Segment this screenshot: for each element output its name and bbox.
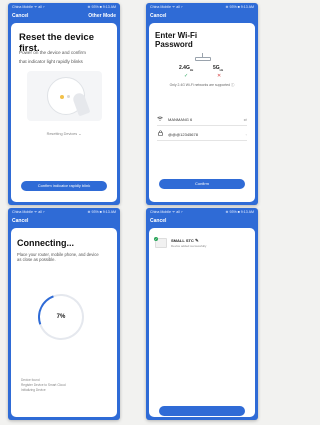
instruction-line-1: Power on the device and confirm bbox=[19, 50, 86, 55]
page-title: Enter Wi-Fi Password bbox=[155, 31, 197, 49]
band-note: Only 2.4G Wi-Fi networks are supported ⓘ bbox=[169, 83, 235, 87]
status-carrier: China Mobile ᯤ all ⌐ bbox=[12, 209, 45, 214]
phone-screen-reset: China Mobile ᯤ all ⌐ ⊕ 93% ■ 9:13 AM Can… bbox=[8, 3, 120, 205]
connecting-card: Connecting... Place your router, mobile … bbox=[11, 228, 117, 417]
wifi-name: MANMANG 6 bbox=[168, 116, 193, 122]
page-title: Connecting... bbox=[17, 238, 74, 248]
confirm-button[interactable]: Confirm bbox=[159, 179, 245, 189]
wifi-network-field[interactable]: MANMANG 6 ⇄ bbox=[157, 113, 247, 125]
phone-screen-connecting: China Mobile ᯤ all ⌐ ⊕ 93% ■ 9:13 AM Can… bbox=[8, 208, 120, 420]
status-battery: ⊕ 93% ■ 9:13 AM bbox=[225, 210, 254, 214]
step-list: Device found Register Device to Smart Cl… bbox=[21, 378, 66, 393]
eye-icon[interactable]: ◦ bbox=[246, 132, 247, 137]
other-mode-button[interactable]: Other Mode bbox=[88, 13, 116, 19]
status-bar: China Mobile ᯤ all ⌐ ⊕ 93% ■ 9:13 AM bbox=[146, 3, 258, 11]
edit-icon[interactable]: ✎ bbox=[195, 238, 199, 243]
progress-percent: 7% bbox=[56, 314, 66, 320]
cancel-button[interactable]: Cancel bbox=[150, 13, 166, 19]
step-item: Initializing Device bbox=[21, 388, 46, 392]
added-device-row[interactable]: ✓ SMALL STC ✎ Device added successfully bbox=[154, 235, 249, 251]
nav-bar: Cancel bbox=[146, 216, 258, 226]
password-value: @@@12345678 bbox=[168, 131, 198, 137]
switch-network-icon[interactable]: ⇄ bbox=[244, 117, 247, 122]
phone-screen-wifi: China Mobile ᯤ all ⌐ ⊕ 93% ■ 9:13 AM Can… bbox=[146, 3, 258, 205]
done-button[interactable] bbox=[159, 406, 245, 416]
band-24ghz: 2.4GHz bbox=[179, 65, 194, 72]
device-thumbnail: ✓ bbox=[154, 237, 167, 248]
indicator-light-icon bbox=[60, 95, 64, 99]
resetting-devices-link[interactable]: Resetting Devices ⌄ bbox=[11, 131, 117, 136]
wifi-card: Enter Wi-Fi Password 2.4GHz 5GHz ✓ ✕ Onl… bbox=[149, 23, 255, 202]
phone-screen-success: China Mobile ᯤ all ⌐ ⊕ 93% ■ 9:13 AM Can… bbox=[146, 208, 258, 420]
confirm-blink-button[interactable]: Confirm indicator rapidly blink bbox=[21, 181, 107, 191]
cross-icon: ✕ bbox=[217, 73, 222, 79]
title-line-1: Enter Wi-Fi bbox=[155, 31, 198, 40]
instruction-line-2: that indicator light rapidly blinks bbox=[19, 59, 83, 64]
nav-bar: Cancel Other Mode bbox=[8, 11, 120, 21]
band-5ghz: 5GHz bbox=[213, 65, 224, 72]
status-battery: ⊕ 93% ■ 9:13 AM bbox=[225, 5, 254, 9]
password-field[interactable]: @@@12345678 ◦ bbox=[157, 128, 247, 140]
device-info: SMALL STC ✎ Device added successfully bbox=[171, 238, 206, 248]
check-icon: ✓ bbox=[184, 73, 189, 79]
divider bbox=[157, 140, 247, 141]
wifi-icon bbox=[157, 116, 163, 123]
status-carrier: China Mobile ᯤ all ⌐ bbox=[12, 4, 45, 9]
status-bar: China Mobile ᯤ all ⌐ ⊕ 93% ■ 9:13 AM bbox=[8, 3, 120, 11]
reset-card: Reset the device first. Power on the dev… bbox=[11, 23, 117, 202]
nav-bar: Cancel bbox=[146, 11, 258, 21]
cancel-button[interactable]: Cancel bbox=[150, 218, 166, 224]
cancel-button[interactable]: Cancel bbox=[12, 13, 28, 19]
status-battery: ⊕ 93% ■ 9:13 AM bbox=[87, 5, 116, 9]
status-carrier: China Mobile ᯤ all ⌐ bbox=[150, 4, 183, 9]
check-icon: ✓ bbox=[154, 237, 158, 241]
lock-icon bbox=[157, 130, 163, 138]
status-carrier: China Mobile ᯤ all ⌐ bbox=[150, 209, 183, 214]
button-dot-icon bbox=[67, 95, 70, 98]
success-card: ✓ SMALL STC ✎ Device added successfully bbox=[149, 228, 255, 417]
title-line-2: Password bbox=[155, 40, 193, 49]
instruction-text: Place your router, mobile phone, and dev… bbox=[17, 252, 99, 262]
router-icon bbox=[195, 53, 211, 61]
device-status: Device added successfully bbox=[171, 244, 207, 248]
status-battery: ⊕ 93% ■ 9:13 AM bbox=[87, 210, 116, 214]
status-bar: China Mobile ᯤ all ⌐ ⊕ 93% ■ 9:13 AM bbox=[146, 208, 258, 216]
nav-bar: Cancel bbox=[8, 216, 120, 226]
status-bar: China Mobile ᯤ all ⌐ ⊕ 93% ■ 9:13 AM bbox=[8, 208, 120, 216]
divider bbox=[157, 125, 247, 126]
cancel-button[interactable]: Cancel bbox=[12, 218, 28, 224]
device-illustration bbox=[27, 71, 102, 121]
